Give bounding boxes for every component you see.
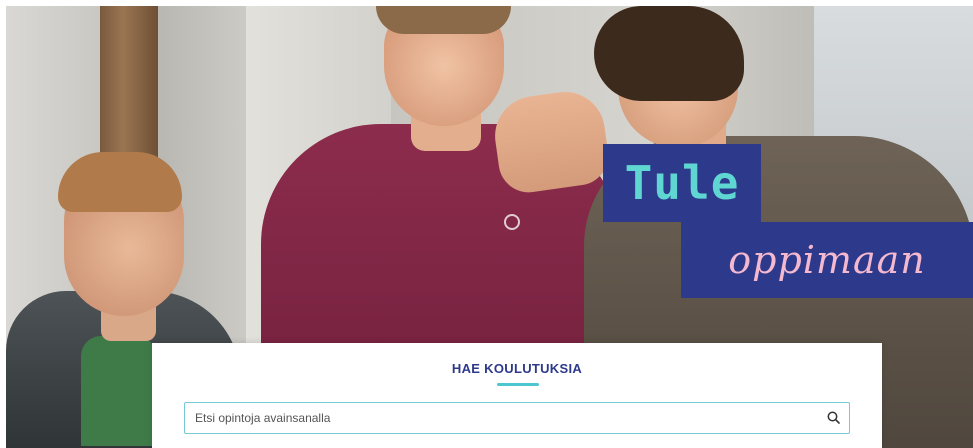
- shirt-print-logo: [478, 214, 546, 264]
- background-door: [100, 6, 158, 166]
- headline-badge-1: Tule: [603, 144, 761, 222]
- title-accent-bar: [497, 383, 539, 386]
- person-middle-hair: [376, 6, 511, 34]
- search-button[interactable]: [823, 407, 845, 429]
- search-box: [184, 402, 850, 434]
- person-left-shirt: [81, 336, 156, 446]
- person-right-hair: [594, 6, 744, 101]
- headline-line-2: oppimaan: [728, 238, 926, 282]
- person-left-hair: [58, 152, 182, 212]
- search-input[interactable]: [185, 403, 805, 433]
- search-icon: [827, 411, 840, 424]
- shirt-logo-icon: [504, 214, 520, 230]
- headline-line-1: Tule: [624, 156, 740, 210]
- search-panel: HAE KOULUTUKSIA: [152, 343, 882, 448]
- search-title: HAE KOULUTUKSIA: [451, 361, 583, 376]
- headline-badge-2: oppimaan: [681, 222, 973, 298]
